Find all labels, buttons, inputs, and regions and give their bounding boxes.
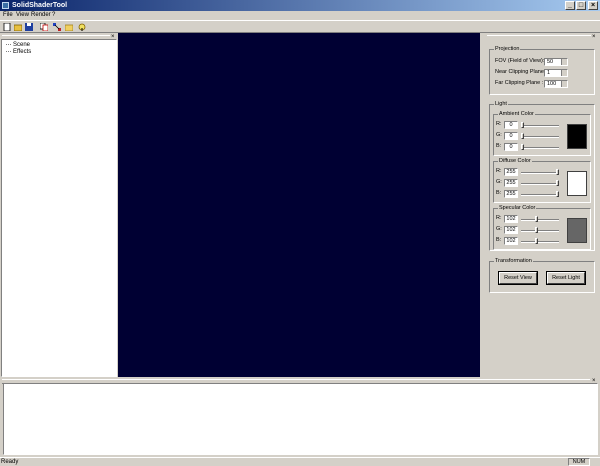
ambient-color-swatch[interactable]: [567, 124, 587, 149]
specular-g-input[interactable]: 102: [504, 226, 518, 234]
specular-color-swatch[interactable]: [567, 218, 587, 243]
toolbar: [0, 20, 600, 33]
menu-bar: File View Render ?: [0, 11, 600, 20]
reset-light-button[interactable]: Reset Light: [547, 272, 585, 284]
diffuse-g-slider[interactable]: [521, 180, 559, 186]
fov-label: FOV (Field of View):: [495, 58, 545, 64]
ambient-b-label: B:: [496, 143, 502, 149]
window-title: SolidShaderTool: [12, 2, 68, 9]
render-viewport[interactable]: [118, 33, 480, 377]
diffuse-color-swatch[interactable]: [567, 171, 587, 196]
slider-thumb[interactable]: [556, 191, 559, 197]
specular-g-slider[interactable]: [521, 227, 559, 233]
tree-item-label: Scene: [13, 42, 31, 48]
diffuse-b-label: B:: [496, 190, 502, 196]
diffuse-color-label: Diffuse Color: [498, 157, 532, 165]
specular-r-slider[interactable]: [521, 216, 559, 222]
specular-r-label: R:: [496, 215, 502, 221]
tree-item-scene[interactable]: Scene: [6, 42, 30, 49]
diffuse-b-slider[interactable]: [521, 191, 559, 197]
diffuse-r-input[interactable]: 255: [504, 168, 518, 176]
far-clip-label: Far Clipping Plane :: [495, 80, 544, 86]
ambient-g-slider[interactable]: [521, 133, 559, 139]
diffuse-r-slider[interactable]: [521, 169, 559, 175]
far-clip-spinner[interactable]: 100: [544, 80, 568, 88]
diffuse-color-group: Diffuse Color R: 255 G: 255 B: 255: [493, 157, 591, 203]
slider-thumb[interactable]: [521, 133, 524, 139]
diffuse-g-input[interactable]: 255: [504, 179, 518, 187]
diffuse-g-label: G:: [496, 179, 502, 185]
title-bar: SolidShaderTool _ □ ×: [0, 0, 600, 11]
maximize-button[interactable]: □: [576, 1, 586, 10]
diffuse-b-input[interactable]: 255: [504, 190, 518, 198]
projection-group: Projection FOV (Field of View): 50 Near …: [489, 45, 595, 95]
properties-panel: Projection FOV (Field of View): 50 Near …: [485, 39, 598, 377]
tree-item-effects[interactable]: Effects: [6, 49, 31, 56]
fov-spinner[interactable]: 50: [544, 58, 568, 66]
copy-icon[interactable]: [40, 23, 48, 31]
specular-r-input[interactable]: 102: [504, 215, 518, 223]
light-label: Light: [494, 100, 508, 108]
transformation-group: Transformation Reset View Reset Light: [489, 257, 595, 293]
open-icon[interactable]: [14, 23, 22, 31]
ambient-r-label: R:: [496, 121, 502, 127]
diffuse-r-label: R:: [496, 168, 502, 174]
light-group: Light Ambient Color R: 0 G: 0 B: 0 Diffu…: [489, 100, 595, 251]
ambient-r-slider[interactable]: [521, 122, 559, 128]
specular-b-label: B:: [496, 237, 502, 243]
transformation-label: Transformation: [494, 257, 533, 265]
ambient-color-label: Ambient Color: [498, 110, 535, 118]
specular-color-label: Specular Color: [498, 204, 537, 212]
slider-thumb[interactable]: [535, 216, 538, 222]
minimize-button[interactable]: _: [565, 1, 575, 10]
near-clip-label: Near Clipping Plane :: [495, 69, 547, 75]
output-panel[interactable]: [3, 383, 598, 455]
slider-thumb[interactable]: [535, 227, 538, 233]
specular-g-label: G:: [496, 226, 502, 232]
far-clip-value: 100: [547, 81, 557, 87]
slider-thumb[interactable]: [521, 144, 524, 150]
app-icon: [2, 2, 9, 9]
menu-help[interactable]: ?: [52, 11, 55, 20]
slider-thumb[interactable]: [521, 122, 524, 128]
help-icon[interactable]: [78, 23, 86, 31]
near-clip-value: 1: [547, 70, 551, 76]
tree-item-label: Effects: [13, 49, 32, 55]
num-lock-indicator: NUM: [568, 458, 590, 466]
menu-view[interactable]: View: [16, 11, 29, 20]
specular-color-group: Specular Color R: 102 G: 102 B: 102: [493, 204, 591, 250]
slider-thumb[interactable]: [556, 180, 559, 186]
specular-b-input[interactable]: 102: [504, 237, 518, 245]
new-icon[interactable]: [3, 23, 11, 31]
menu-render[interactable]: Render: [31, 11, 51, 20]
status-bar: Ready NUM: [0, 457, 600, 466]
network-icon[interactable]: [53, 23, 61, 31]
reset-view-button[interactable]: Reset View: [499, 272, 537, 284]
ambient-color-group: Ambient Color R: 0 G: 0 B: 0: [493, 110, 591, 156]
slider-thumb[interactable]: [556, 169, 559, 175]
projection-label: Projection: [494, 45, 521, 53]
ambient-g-input[interactable]: 0: [504, 132, 518, 140]
status-text: Ready: [1, 459, 19, 465]
save-icon[interactable]: [25, 23, 33, 31]
close-button[interactable]: ×: [588, 1, 598, 10]
near-clip-spinner[interactable]: 1: [544, 69, 568, 77]
menu-file[interactable]: File: [3, 11, 13, 20]
ambient-g-label: G:: [496, 132, 502, 138]
folder-icon[interactable]: [65, 23, 73, 31]
specular-b-slider[interactable]: [521, 238, 559, 244]
ambient-b-input[interactable]: 0: [504, 143, 518, 151]
ambient-b-slider[interactable]: [521, 144, 559, 150]
fov-value: 50: [547, 59, 554, 65]
ambient-r-input[interactable]: 0: [504, 121, 518, 129]
scene-tree[interactable]: Scene Effects: [1, 39, 117, 377]
slider-thumb[interactable]: [535, 238, 538, 244]
